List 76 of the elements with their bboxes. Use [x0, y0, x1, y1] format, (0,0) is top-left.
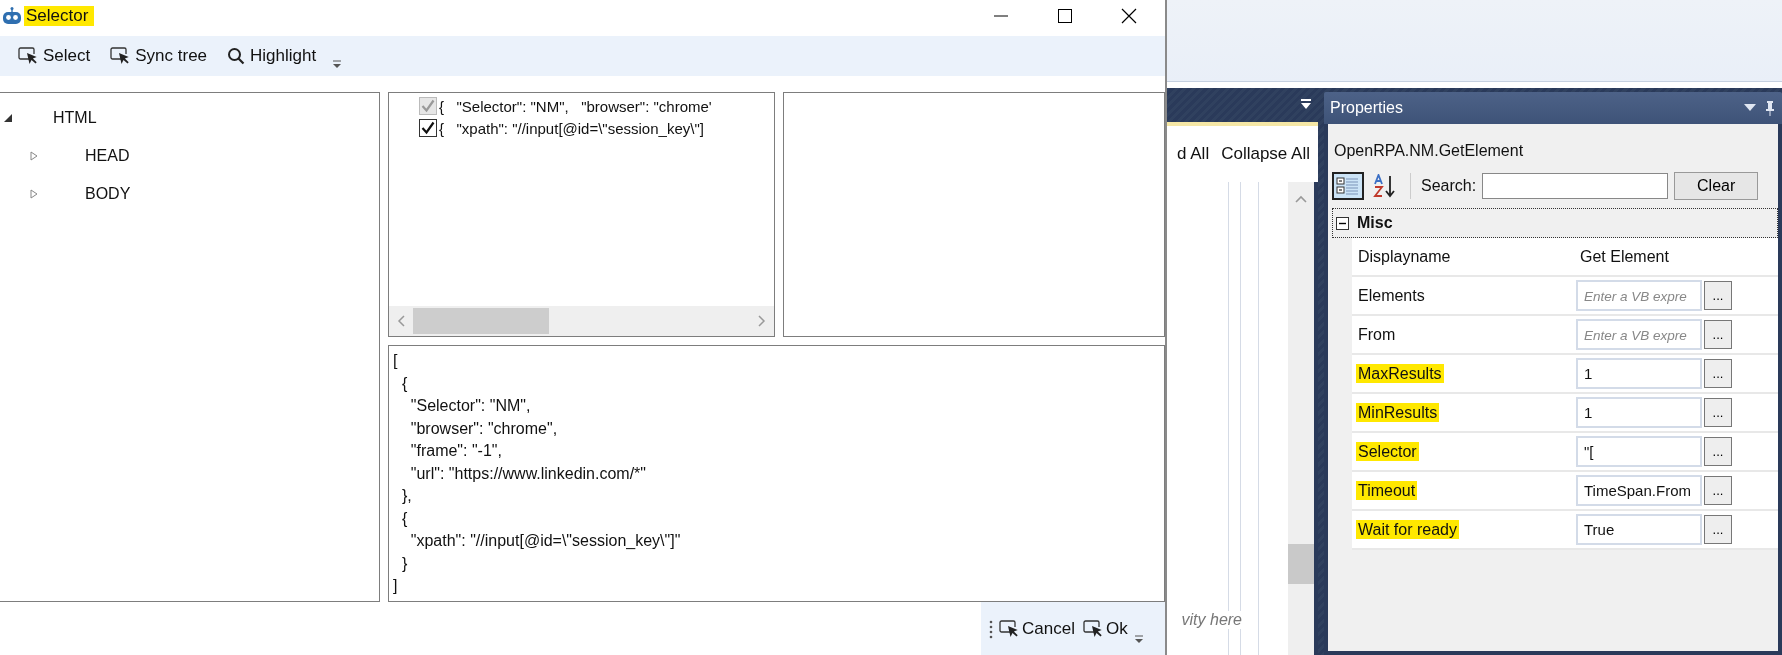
dialog-button[interactable]: Ok	[1080, 616, 1130, 641]
drop-hint: vity here	[1181, 611, 1242, 629]
property-name: Selector	[1356, 441, 1419, 461]
scrollbar-thumb[interactable]	[413, 308, 549, 334]
panel-title: Properties	[1330, 99, 1404, 117]
overflow-icon[interactable]	[332, 59, 343, 69]
collapse-icon[interactable]	[1336, 216, 1349, 230]
property-name: MinResults	[1356, 402, 1440, 422]
selector-item[interactable]: { "xpath": "//input[@id=\"session_key\"]	[439, 119, 704, 137]
maximize-icon[interactable]	[1057, 8, 1073, 24]
horizontal-scrollbar[interactable]	[389, 306, 774, 336]
expression-editor-button[interactable]: ...	[1704, 476, 1732, 505]
dropdown-icon[interactable]	[1744, 104, 1756, 112]
code-line: }	[400, 553, 409, 574]
property-name: Timeout	[1356, 480, 1418, 500]
cursor-icon	[18, 47, 38, 65]
search-field[interactable]	[1482, 173, 1669, 199]
close-icon[interactable]	[1121, 8, 1137, 24]
designer-link[interactable]: d All	[1173, 142, 1214, 166]
property-name: Wait for ready	[1356, 519, 1459, 539]
tree-item[interactable]: BODY	[85, 185, 131, 203]
vertical-scrollbar[interactable]	[1288, 182, 1314, 655]
property-name: MaxResults	[1356, 363, 1444, 383]
expression-field[interactable]: TimeSpan.From	[1576, 475, 1702, 506]
code-line: "url": "https://www.linkedin.com/*"	[409, 463, 648, 484]
expression-field[interactable]: True	[1576, 514, 1702, 545]
tree-item[interactable]: HTML	[53, 109, 97, 127]
expression-field[interactable]: Enter a VB expre	[1576, 280, 1702, 311]
expression-editor-button[interactable]: ...	[1704, 281, 1732, 310]
cursor-icon	[1082, 619, 1103, 638]
code-line: "browser": "chrome",	[409, 418, 559, 439]
expression-field[interactable]: Enter a VB expre	[1576, 319, 1702, 350]
collapsed-icon[interactable]	[29, 151, 39, 161]
dialog-button[interactable]: Cancel	[997, 616, 1077, 641]
expression-field[interactable]: "[	[1576, 436, 1702, 467]
expression-field[interactable]: 1	[1576, 397, 1702, 428]
cursor-icon	[110, 47, 131, 65]
code-line: "xpath": "//input[@id=\"session_key\"]"	[409, 531, 682, 551]
designer-link[interactable]: Collapse All	[1217, 142, 1314, 166]
toolbar-button[interactable]: Select	[14, 44, 95, 68]
tree-item[interactable]: HEAD	[85, 147, 130, 165]
code-line: "Selector": "NM",	[409, 396, 532, 416]
property-name: Displayname	[1357, 246, 1452, 266]
window-title: Selector	[24, 6, 95, 26]
expression-editor-button[interactable]: ...	[1704, 398, 1732, 427]
expression-editor-button[interactable]: ...	[1704, 437, 1732, 466]
cursor-icon	[999, 619, 1019, 638]
grip-icon	[989, 618, 993, 639]
clear-button[interactable]: Clear	[1674, 172, 1759, 200]
code-line: },	[400, 486, 413, 506]
activity-name: OpenRPA.NM.GetElement	[1333, 141, 1525, 161]
code-line: {	[400, 373, 409, 394]
pin-icon[interactable]	[1764, 100, 1776, 116]
search-label: Search:	[1421, 177, 1477, 195]
code-line: {	[400, 508, 409, 529]
code-line: "frame": "-1",	[409, 441, 503, 461]
toolbar-button[interactable]: Highlight	[223, 44, 321, 68]
code-line: [	[393, 351, 399, 371]
scrollbar-thumb[interactable]	[1288, 544, 1314, 584]
code-line: ]	[393, 576, 399, 596]
overflow-icon[interactable]	[1133, 633, 1144, 644]
categorized-view-button[interactable]	[1332, 172, 1364, 200]
expression-field[interactable]: 1	[1576, 358, 1702, 389]
json-editor[interactable]: [ { "Selector": "NM", "browser": "chrome", "frame": "-1", "url": "https://www.linkedin.com/*" }, { "xpath": "//input[@id=\"session_key\"]" } ]	[388, 345, 1165, 602]
search-icon	[227, 47, 246, 65]
toolbar-button[interactable]: Sync tree	[106, 44, 212, 68]
category-label: Misc	[1357, 214, 1393, 232]
property-name: Elements	[1357, 285, 1426, 305]
expression-editor-button[interactable]: ...	[1704, 515, 1732, 544]
dropdown-icon[interactable]	[1300, 98, 1312, 110]
property-value: Get Element	[1579, 247, 1669, 266]
collapsed-icon[interactable]	[29, 189, 39, 199]
property-name: From	[1357, 324, 1397, 344]
checkbox[interactable]	[419, 119, 437, 137]
expression-editor-button[interactable]: ...	[1704, 320, 1732, 349]
expression-editor-button[interactable]: ...	[1704, 359, 1732, 388]
